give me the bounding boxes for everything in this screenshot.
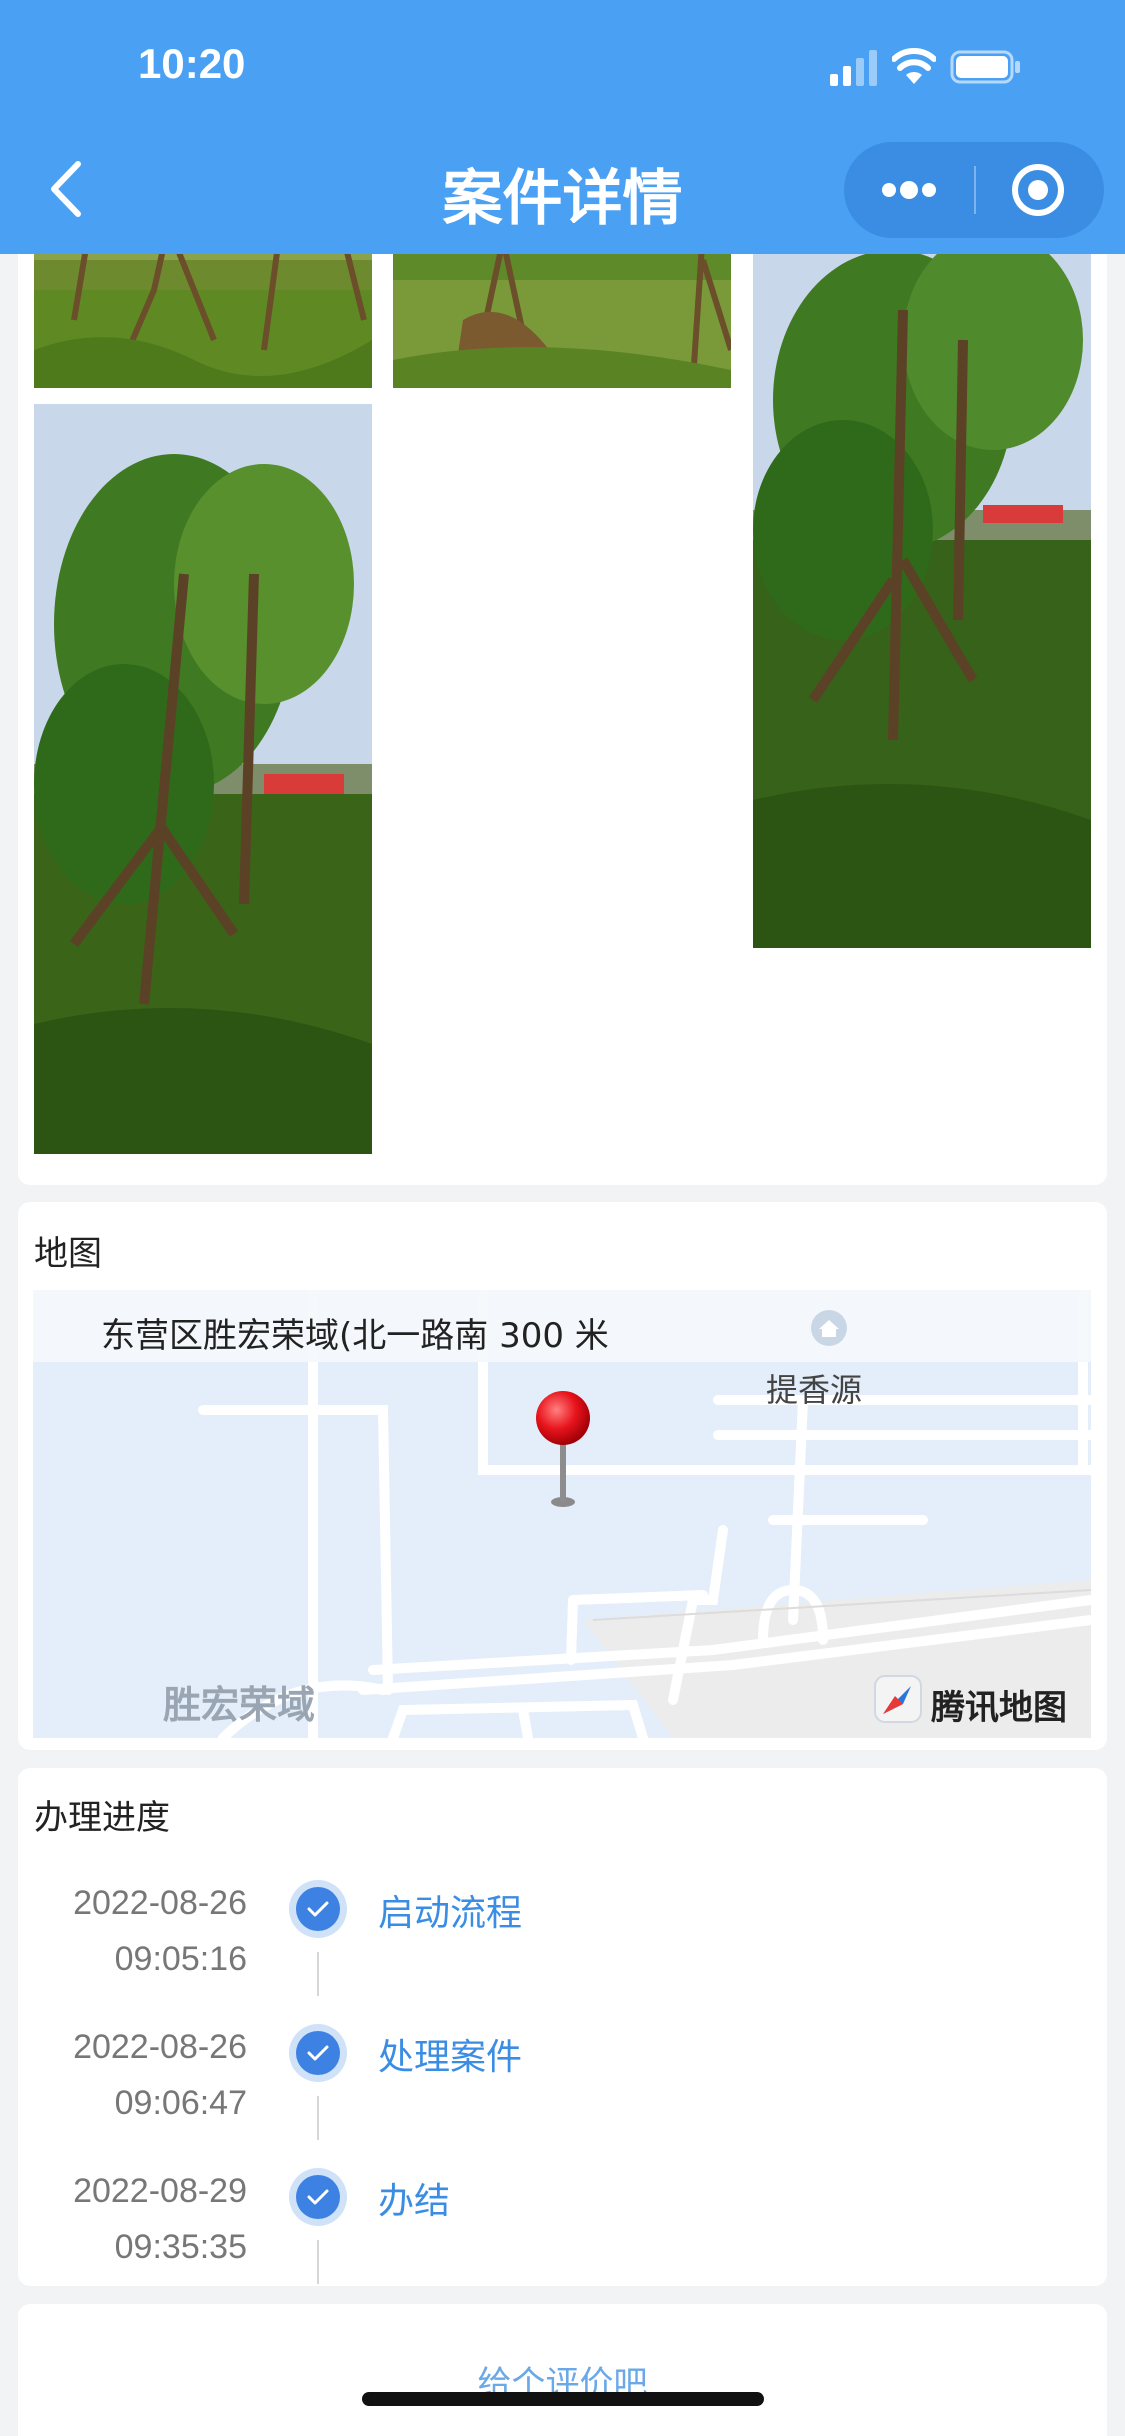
step-connector [317,1952,319,1996]
rating-card: 给个评价吧 [18,2304,1107,2436]
home-indicator[interactable] [362,2392,764,2406]
tree-photo-3[interactable] [753,200,1091,948]
step-time: 09:06:47 [114,2084,247,2122]
district-label: 胜宏荣域 [163,1683,316,1727]
mini-program-capsule [844,142,1104,238]
check-circle-icon [289,1880,347,1938]
map-view[interactable]: 东营区胜宏荣域(北一路南 300 米 提香源 胜宏荣域 腾讯地图 [33,1290,1091,1738]
map-section-title: 地图 [34,1234,102,1274]
tencent-map-logo-icon [874,1675,922,1723]
cellular-signal-icon [830,50,877,86]
progress-section-title: 办理进度 [34,1798,170,1838]
step-time: 09:05:16 [114,1940,247,1978]
poi-label: 提香源 [766,1371,863,1409]
progress-card: 办理进度 2022-08-26 09:05:16 启动流程 2022-08-26… [18,1768,1107,2286]
map-address-bar: 东营区胜宏荣域(北一路南 300 米 [33,1290,1091,1362]
location-marker-icon[interactable] [533,1390,593,1510]
step-label: 处理案件 [378,2037,523,2078]
battery-icon [950,50,1020,84]
step-label: 办结 [378,2181,451,2222]
progress-step: 2022-08-26 09:05:16 启动流程 [18,1876,1107,2020]
map-brand: 腾讯地图 [873,1674,1083,1728]
step-connector [317,2096,319,2140]
photos-card [18,200,1107,1185]
tree-photo-4[interactable] [34,404,372,1154]
step-time: 09:35:35 [114,2228,247,2266]
map-brand-label: 腾讯地图 [931,1688,1067,1728]
check-circle-icon [289,2024,347,2082]
progress-step: 2022-08-29 09:35:35 办结 [18,2164,1107,2308]
step-connector [317,2240,319,2284]
map-card: 地图 东营区胜宏荣域(北一路南 300 米 提香源 胜宏荣域 腾讯地图 [18,1202,1107,1750]
step-label: 启动流程 [378,1893,523,1934]
progress-step: 2022-08-26 09:06:47 处理案件 [18,2020,1107,2164]
wifi-icon [892,48,936,84]
navigation-header: 10:20 案件详情 [0,0,1125,254]
step-date: 2022-08-26 [73,2028,247,2066]
poi-home-icon [811,1310,847,1346]
check-circle-icon [289,2168,347,2226]
more-button[interactable] [844,142,974,238]
map-address-label: 东营区胜宏荣域(北一路南 300 米 [101,1316,609,1356]
status-time: 10:20 [138,40,246,87]
step-date: 2022-08-26 [73,1884,247,1922]
close-mini-program-button[interactable] [976,142,1104,238]
step-date: 2022-08-29 [73,2172,247,2210]
